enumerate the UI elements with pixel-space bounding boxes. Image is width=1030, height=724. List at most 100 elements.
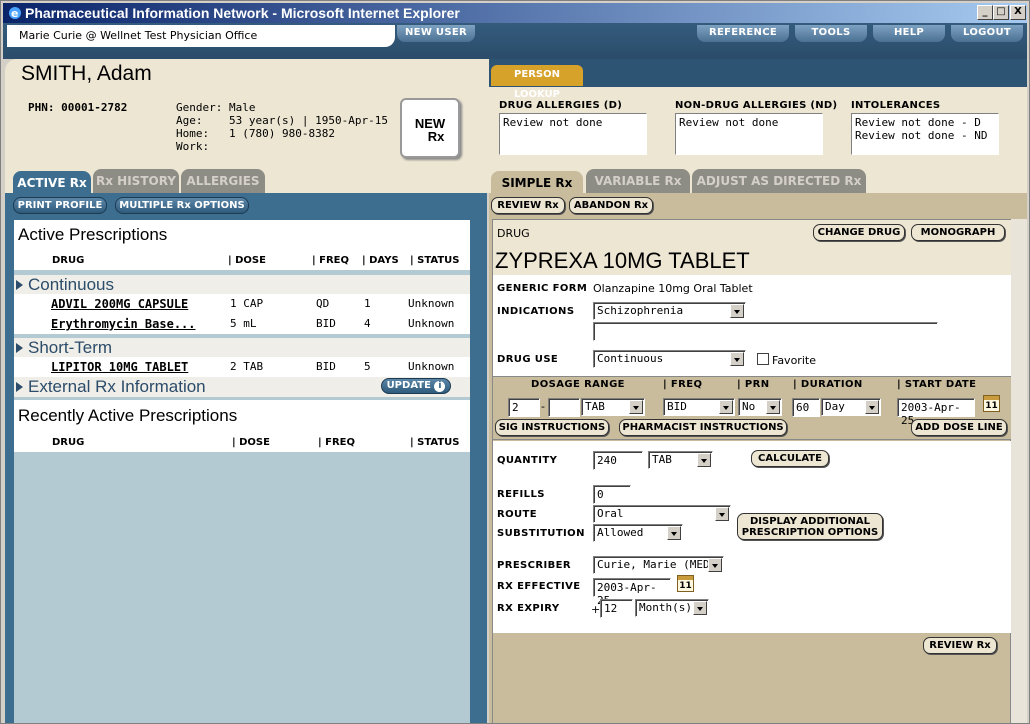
rx-expiry-input[interactable]: 12: [600, 599, 633, 618]
multiple-rx-options-button[interactable]: MULTIPLE Rx OPTIONS: [115, 197, 249, 214]
freq-cell: QD: [316, 297, 330, 310]
freq-select[interactable]: BID: [663, 398, 735, 416]
change-drug-button[interactable]: CHANGE DRUG: [813, 224, 905, 241]
minimize-button[interactable]: _: [977, 5, 993, 20]
chevron-down-icon[interactable]: [766, 400, 780, 414]
person-lookup-tab[interactable]: PERSON LOOKUP: [491, 65, 583, 100]
home-value: 1 (780) 980-8382: [229, 127, 335, 140]
group-label: Continuous: [28, 275, 115, 294]
drug-use-label: DRUG USE: [497, 354, 559, 365]
vertical-scrollbar[interactable]: [1011, 219, 1027, 723]
refills-input[interactable]: 0: [593, 485, 631, 504]
monograph-button[interactable]: MONOGRAPH: [911, 224, 1005, 241]
table-row[interactable]: LIPITOR 10MG TABLET 2 TAB BID 5 Unknown: [14, 357, 470, 377]
new-rx-button[interactable]: NEW Rx: [400, 98, 460, 158]
favorite-checkbox[interactable]: [757, 353, 769, 365]
drug-link[interactable]: Erythromycin Base...: [51, 317, 196, 331]
duration-unit-value: Day: [825, 400, 845, 413]
table-row[interactable]: Erythromycin Base... 5 mL BID 4 Unknown: [14, 314, 470, 334]
col-dose: | DOSE: [232, 437, 270, 448]
tab-rx-history[interactable]: Rx HISTORY: [93, 169, 179, 193]
quantity-input[interactable]: 240: [593, 451, 643, 470]
calendar-icon[interactable]: 11: [983, 395, 1000, 412]
ie-logo-icon: e: [9, 7, 21, 20]
calendar-icon[interactable]: 11: [677, 575, 694, 592]
review-rx-button[interactable]: REVIEW Rx: [491, 197, 565, 214]
group-continuous[interactable]: Continuous: [14, 275, 470, 295]
tab-active-rx[interactable]: ACTIVE Rx: [13, 171, 91, 195]
drug-link[interactable]: ADVIL 200MG CAPSULE: [51, 297, 188, 311]
group-short-term[interactable]: Short-Term: [14, 338, 470, 358]
tab-variable-rx[interactable]: VARIABLE Rx: [586, 169, 690, 193]
chevron-down-icon[interactable]: [697, 453, 711, 467]
expiry-unit-select[interactable]: Month(s): [635, 599, 709, 617]
new-user-button[interactable]: NEW USER: [397, 25, 475, 42]
quantity-label: QUANTITY: [497, 455, 558, 466]
calculate-button[interactable]: CALCULATE: [751, 450, 829, 467]
tab-simple-rx[interactable]: SIMPLE Rx: [491, 171, 583, 195]
update-label: UPDATE: [386, 380, 431, 391]
pharmacist-instructions-button[interactable]: PHARMACIST INSTRUCTIONS: [619, 419, 787, 436]
sig-instructions-button[interactable]: SIG INSTRUCTIONS: [495, 419, 609, 436]
reference-button[interactable]: REFERENCE: [697, 25, 789, 42]
drug-allergies-box[interactable]: Review not done: [499, 113, 647, 155]
dose-from-input[interactable]: 2: [508, 398, 540, 417]
drug-link[interactable]: LIPITOR 10MG TABLET: [51, 360, 188, 374]
duration-input[interactable]: 60: [792, 398, 820, 417]
chevron-down-icon[interactable]: [708, 558, 722, 572]
chevron-down-icon[interactable]: [730, 304, 744, 318]
quantity-unit-select[interactable]: TAB: [648, 451, 713, 469]
drug-use-value: Continuous: [597, 352, 664, 365]
new-rx-line2: Rx: [427, 129, 445, 144]
prescriber-select[interactable]: Curie, Marie (MED): [593, 556, 724, 574]
indications-select[interactable]: Schizophrenia: [593, 302, 746, 320]
chevron-down-icon[interactable]: [667, 526, 681, 540]
intolerances-box[interactable]: Review not done - D Review not done - ND: [851, 113, 999, 155]
route-select[interactable]: Oral: [593, 505, 731, 523]
nondrug-allergies-box[interactable]: Review not done: [675, 113, 823, 155]
indications-text-field[interactable]: [593, 322, 938, 341]
abandon-rx-button[interactable]: ABANDON Rx: [569, 197, 653, 214]
tab-adjust-rx[interactable]: ADJUST AS DIRECTED Rx: [692, 169, 866, 193]
rx-effective-label: RX EFFECTIVE: [497, 581, 581, 592]
print-profile-button[interactable]: PRINT PROFILE: [13, 197, 107, 214]
start-date-input[interactable]: 2003-Apr-25: [897, 398, 975, 427]
gender-label: Gender:: [176, 101, 223, 114]
dose-to-input[interactable]: [548, 398, 580, 417]
indications-value: Schizophrenia: [597, 304, 684, 317]
expiry-plus: +: [591, 603, 601, 616]
prescriber-label: PRESCRIBER: [497, 560, 571, 571]
col-drug: DRUG: [52, 255, 85, 266]
rx-effective-input[interactable]: 2003-Apr-25: [593, 578, 671, 607]
duration-unit-select[interactable]: Day: [821, 398, 881, 416]
group-label: Short-Term: [28, 338, 113, 357]
display-additional-options-button[interactable]: DISPLAY ADDITIONAL PRESCRIPTION OPTIONS: [737, 513, 883, 540]
update-button[interactable]: UPDATE i: [381, 378, 451, 394]
close-button[interactable]: X: [1010, 5, 1026, 20]
chevron-down-icon[interactable]: [715, 507, 729, 521]
maximize-button[interactable]: □: [993, 5, 1009, 20]
col-dose: | DOSE: [228, 255, 266, 266]
generic-form-label: GENERIC FORM: [497, 283, 588, 294]
drug-use-select[interactable]: Continuous: [593, 350, 746, 368]
favorite-label: Favorite: [772, 354, 816, 367]
review-rx-bottom-button[interactable]: REVIEW Rx: [923, 637, 997, 654]
chevron-down-icon[interactable]: [865, 400, 879, 414]
help-button[interactable]: HELP: [873, 25, 945, 42]
table-row[interactable]: ADVIL 200MG CAPSULE 1 CAP QD 1 Unknown: [14, 294, 470, 314]
add-dose-line-button[interactable]: ADD DOSE LINE: [911, 419, 1007, 436]
chevron-down-icon[interactable]: [730, 352, 744, 366]
tab-allergies[interactable]: ALLERGIES: [181, 169, 265, 193]
logout-button[interactable]: LOGOUT: [951, 25, 1023, 42]
status-cell: Unknown: [408, 317, 455, 330]
expiry-unit-value: Month(s): [639, 601, 692, 614]
patient-name: SMITH, Adam: [21, 62, 152, 85]
chevron-down-icon[interactable]: [629, 400, 643, 414]
substitution-select[interactable]: Allowed: [593, 524, 683, 542]
tools-button[interactable]: TOOLS: [795, 25, 867, 42]
chevron-down-icon[interactable]: [719, 400, 733, 414]
prn-select[interactable]: No: [738, 398, 782, 416]
dose-unit-select[interactable]: TAB: [581, 398, 645, 416]
gender-value: Male: [229, 101, 256, 114]
chevron-down-icon[interactable]: [693, 601, 707, 615]
